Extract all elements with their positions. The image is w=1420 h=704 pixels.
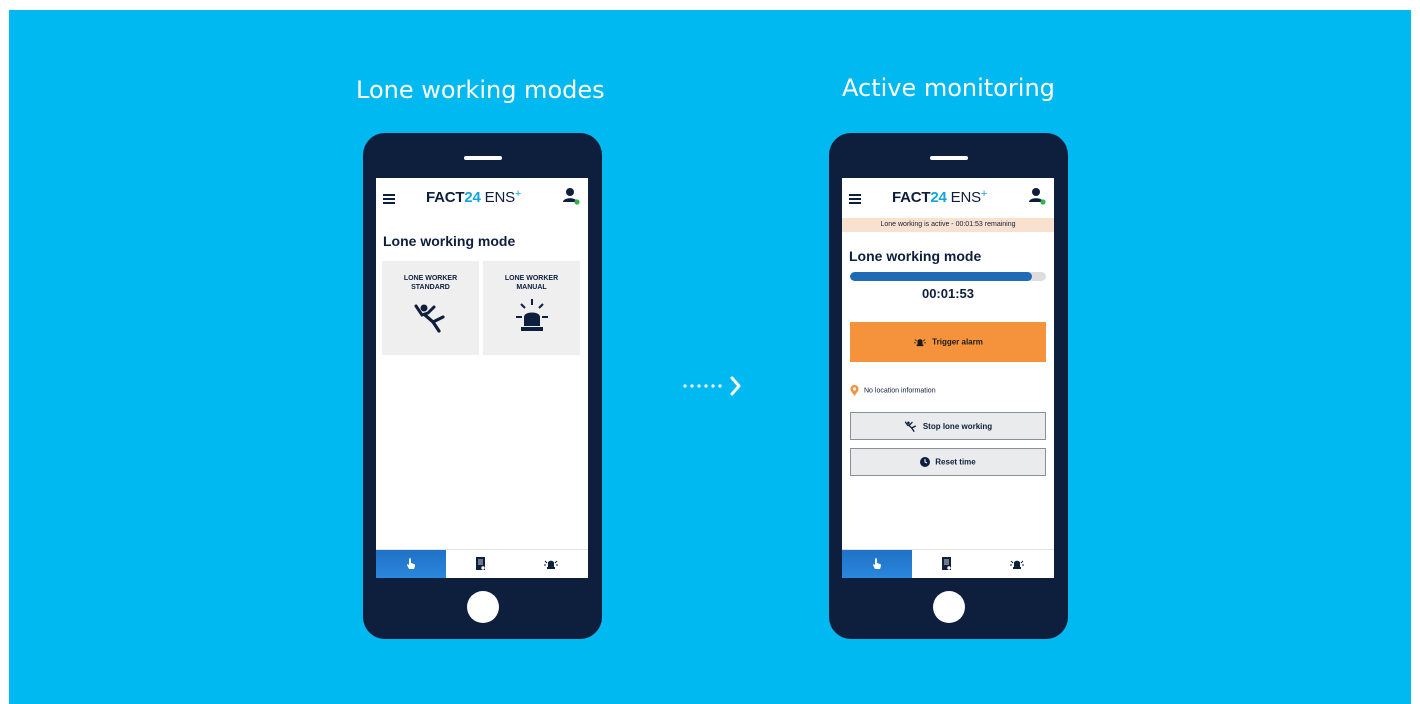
heading-active-monitoring: Active monitoring	[842, 74, 1055, 102]
stop-lone-working-button[interactable]: Stop lone working	[850, 412, 1046, 440]
nav-tab-documents[interactable]	[446, 550, 516, 578]
home-button[interactable]	[467, 591, 499, 623]
countdown-timer: 00:01:53	[921, 286, 975, 301]
tile-lone-worker-standard[interactable]: LONE WORKER STANDARD	[382, 261, 479, 355]
phone-speaker	[464, 156, 502, 160]
nav-tab-alarm[interactable]	[982, 550, 1052, 578]
document-icon	[942, 557, 951, 570]
brand-main: FACT	[426, 189, 465, 206]
trigger-alarm-button[interactable]: Trigger alarm	[850, 322, 1046, 362]
brand-number: 24	[464, 189, 481, 206]
document-icon	[476, 557, 485, 570]
hamburger-menu-icon[interactable]	[383, 194, 395, 204]
brand-plus: +	[980, 188, 988, 200]
phone-screen-right: FACT24 ENS+ Lone working is active - 00:…	[842, 178, 1054, 578]
touch-hand-icon	[873, 558, 881, 569]
app-bar: FACT24 ENS+	[842, 178, 1054, 218]
clock-icon	[920, 457, 931, 467]
brand-suffix: ENS	[480, 189, 515, 206]
app-bar: FACT24 ENS+	[376, 178, 588, 218]
hamburger-menu-icon[interactable]	[849, 194, 861, 204]
bottom-nav	[376, 549, 588, 578]
brand-number: 24	[930, 189, 947, 206]
nav-tab-lone-working[interactable]	[376, 550, 446, 578]
alarm-bell-icon	[1010, 560, 1024, 569]
touch-hand-icon	[407, 558, 415, 569]
bottom-nav	[842, 549, 1054, 578]
falling-person-icon	[904, 420, 916, 432]
falling-person-icon	[414, 304, 445, 333]
alarm-bell-icon	[544, 560, 558, 569]
brand-suffix: ENS	[946, 189, 981, 206]
section-title: Lone working mode	[849, 248, 982, 264]
phone-speaker	[930, 156, 968, 160]
section-title: Lone working mode	[383, 233, 516, 249]
tile-label: LONE WORKER MANUAL	[504, 275, 559, 291]
blue-background	[9, 10, 1411, 704]
trigger-alarm-label: Trigger alarm	[932, 337, 983, 347]
stop-lone-working-label: Stop lone working	[922, 421, 993, 431]
alarm-beacon-icon	[516, 299, 548, 331]
home-button[interactable]	[933, 591, 965, 623]
phone-screen-left: FACT24 ENS+ Lone working mode LONE WORKE…	[376, 178, 588, 578]
user-profile-icon[interactable]	[562, 187, 580, 205]
tile-lone-worker-manual[interactable]: LONE WORKER MANUAL	[483, 261, 580, 355]
time-progress-bar	[850, 272, 1046, 281]
phone-right: FACT24 ENS+ Lone working is active - 00:…	[829, 133, 1068, 639]
location-text: No location information	[864, 387, 936, 395]
tile-label: LONE WORKER STANDARD	[403, 275, 458, 291]
dotted-arrow-icon	[683, 376, 741, 396]
reset-time-label: Reset time	[935, 457, 976, 467]
brand-plus: +	[514, 188, 522, 200]
nav-tab-alarm[interactable]	[516, 550, 586, 578]
active-status-banner: Lone working is active - 00:01:53 remain…	[842, 218, 1054, 232]
phone-left: FACT24 ENS+ Lone working mode LONE WORKE…	[363, 133, 602, 639]
user-profile-icon[interactable]	[1028, 187, 1046, 205]
nav-tab-lone-working[interactable]	[842, 550, 912, 578]
brand-logo: FACT24 ENS+	[426, 188, 521, 206]
nav-tab-documents[interactable]	[912, 550, 982, 578]
progress-fill	[850, 272, 1033, 281]
location-pin-icon	[850, 385, 859, 396]
reset-time-button[interactable]: Reset time	[850, 448, 1046, 476]
location-info: No location information	[850, 385, 936, 396]
brand-main: FACT	[892, 189, 931, 206]
alarm-bell-icon	[914, 339, 926, 347]
heading-lone-working-modes: Lone working modes	[356, 76, 605, 104]
brand-logo: FACT24 ENS+	[892, 188, 987, 206]
